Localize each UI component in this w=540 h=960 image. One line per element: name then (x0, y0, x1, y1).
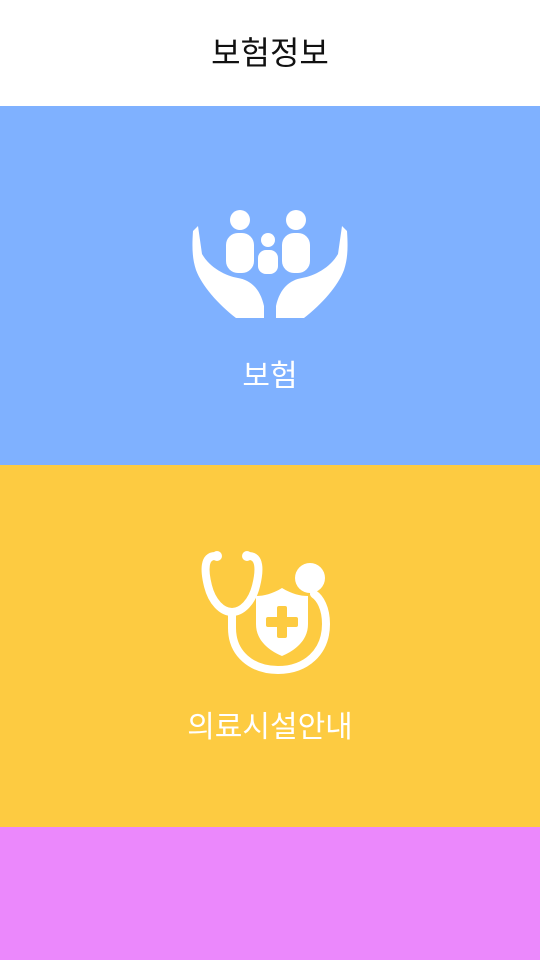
stethoscope-shield-icon (201, 551, 331, 675)
medical-facility-tile[interactable]: 의료시설안내 (0, 465, 540, 827)
app-header: 보험정보 (0, 0, 540, 106)
insurance-tile[interactable]: 보험 (0, 106, 540, 465)
third-menu-tile[interactable] (0, 827, 540, 960)
insurance-tile-label: 보험 (242, 359, 298, 394)
family-care-hands-icon (192, 210, 348, 318)
medical-facility-tile-label: 의료시설안내 (187, 710, 353, 745)
page-title: 보험정보 (211, 34, 329, 72)
